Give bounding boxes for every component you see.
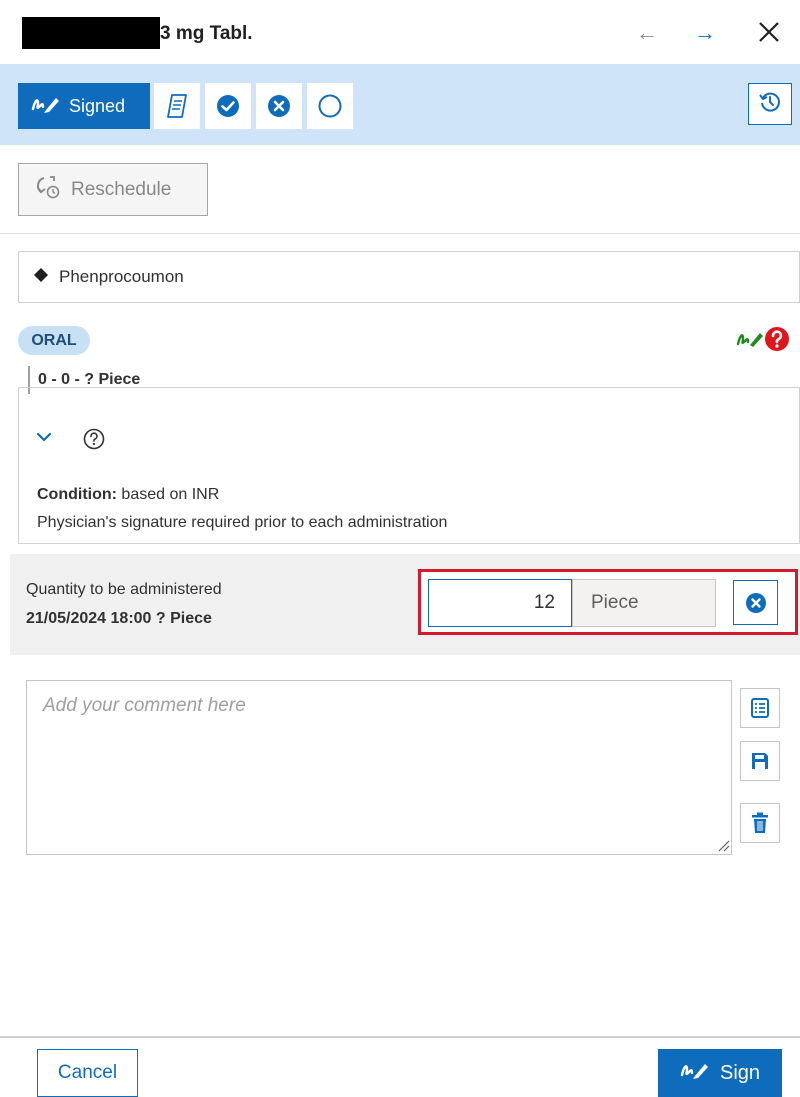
resize-grip-icon[interactable] bbox=[716, 838, 730, 852]
trash-icon bbox=[752, 812, 768, 833]
signed-label: Signed bbox=[69, 95, 126, 116]
comment-textarea[interactable] bbox=[26, 680, 732, 855]
signature-icon bbox=[736, 329, 764, 354]
cancel-button[interactable]: Cancel bbox=[37, 1049, 138, 1097]
history-button[interactable] bbox=[748, 83, 792, 125]
arrow-right-icon[interactable]: → bbox=[694, 20, 716, 46]
status-toolbar: Signed bbox=[0, 64, 800, 145]
quantity-label: Quantity to be administered bbox=[26, 581, 222, 598]
close-icon[interactable] bbox=[754, 14, 784, 50]
save-icon bbox=[752, 753, 768, 769]
sign-button[interactable]: Sign bbox=[658, 1049, 782, 1097]
diamond-icon bbox=[33, 267, 49, 288]
drug-name: Phenprocoumon bbox=[59, 267, 184, 286]
condition-panel: Condition: based on INR Physician's sign… bbox=[18, 387, 800, 544]
document-icon[interactable] bbox=[154, 83, 200, 129]
reschedule-button[interactable]: Reschedule bbox=[18, 163, 208, 216]
reschedule-icon bbox=[35, 174, 61, 206]
condition-value: based on INR bbox=[121, 486, 220, 503]
section-divider bbox=[0, 233, 800, 234]
title-bar: 3 mg Tabl. ← → bbox=[0, 0, 800, 64]
save-button[interactable] bbox=[740, 741, 780, 781]
signature-requirement: Physician's signature required prior to … bbox=[37, 514, 448, 531]
drug-substance-row: Phenprocoumon bbox=[18, 251, 800, 303]
question-circle-icon bbox=[764, 326, 790, 357]
page-title: 3 mg Tabl. bbox=[160, 23, 253, 44]
signature-icon bbox=[680, 1060, 710, 1086]
delete-button[interactable] bbox=[740, 803, 780, 843]
condition-line: Condition: based on INR bbox=[37, 486, 219, 504]
status-indicators bbox=[736, 326, 796, 354]
cancel-circle-icon[interactable] bbox=[256, 83, 302, 129]
quantity-unit: Piece bbox=[572, 579, 716, 627]
quantity-section: Quantity to be administered 21/05/2024 1… bbox=[10, 554, 800, 655]
quantity-input[interactable] bbox=[428, 579, 572, 627]
condition-label: Condition: bbox=[37, 486, 117, 503]
help-icon[interactable] bbox=[83, 428, 105, 455]
text-template-button[interactable] bbox=[740, 688, 780, 728]
check-circle-icon[interactable] bbox=[205, 83, 251, 129]
chevron-down-icon[interactable] bbox=[35, 430, 53, 449]
quantity-datetime: 21/05/2024 18:00 ? Piece bbox=[26, 610, 212, 627]
history-icon bbox=[758, 90, 782, 119]
signed-button[interactable]: Signed bbox=[18, 83, 150, 129]
sign-label: Sign bbox=[719, 1061, 761, 1084]
signature-icon bbox=[31, 94, 61, 119]
redacted-drug-name bbox=[22, 17, 160, 49]
arrow-left-icon[interactable]: ← bbox=[636, 20, 658, 46]
route-badge: ORAL bbox=[18, 326, 90, 355]
quantity-input-group: Piece bbox=[418, 569, 798, 635]
cancel-circle-icon bbox=[745, 592, 766, 613]
footer-divider bbox=[0, 1036, 800, 1038]
text-template-icon bbox=[751, 698, 769, 718]
empty-circle-icon[interactable] bbox=[307, 83, 353, 129]
clear-quantity-button[interactable] bbox=[733, 580, 778, 625]
reschedule-label: Reschedule bbox=[71, 178, 172, 200]
